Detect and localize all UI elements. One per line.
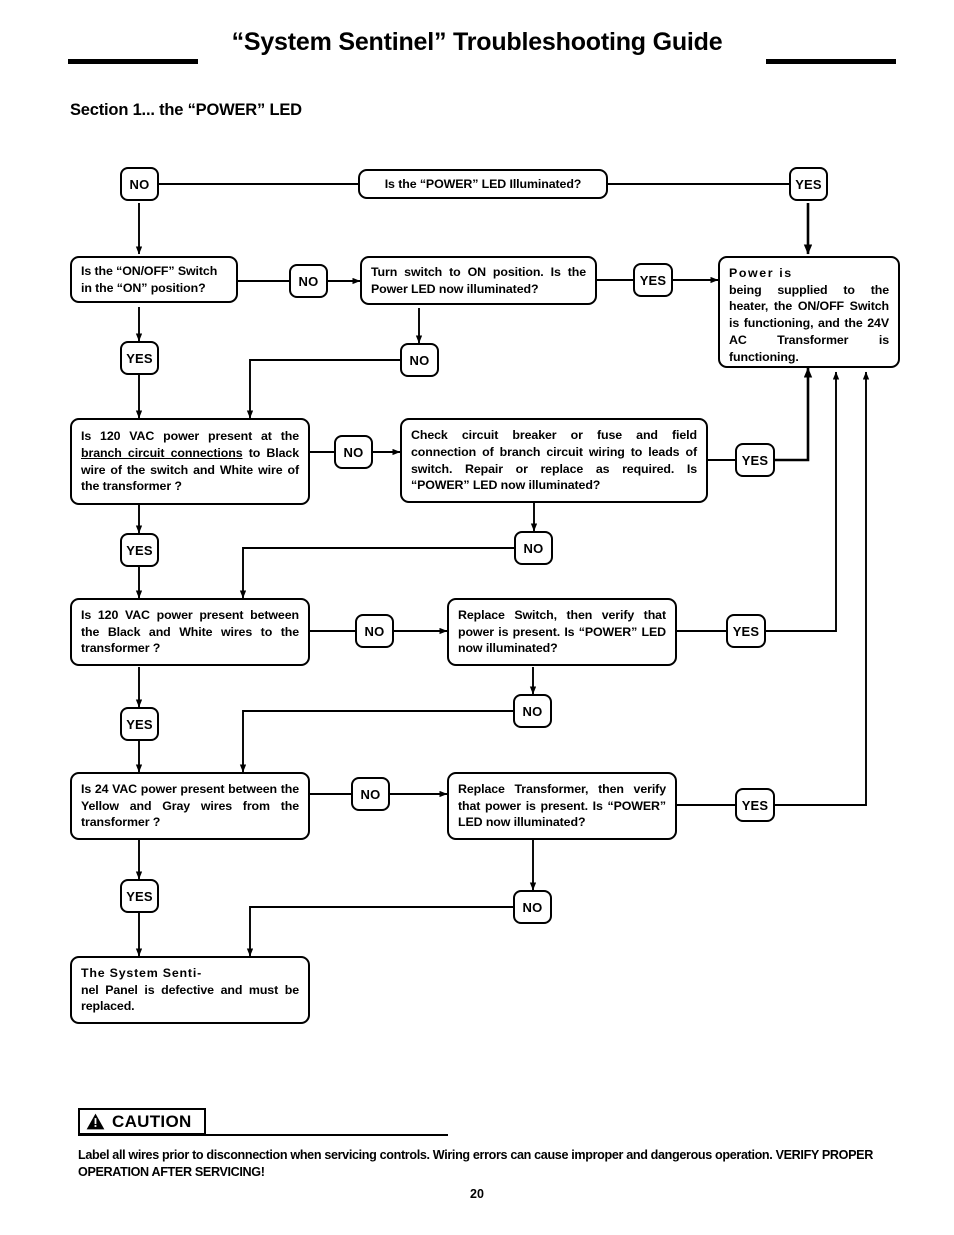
question-120vac-branch-circuit-text: Is 120 VAC power present at the branch c…: [72, 428, 308, 495]
action-check-circuit-breaker-text: Check circuit breaker or fuse and field …: [411, 428, 697, 493]
branch-label-yes-120vac-black-white[interactable]: YES: [120, 707, 159, 741]
branch-label-no-replace-transformer[interactable]: NO: [513, 890, 552, 924]
action-replace-switch-text: Replace Switch, then verify that power i…: [458, 607, 666, 656]
question-24vac-yellow-gray-wires[interactable]: Is 24 VAC power present between the Yell…: [70, 772, 310, 840]
branch-label-no-power-led[interactable]: NO: [120, 167, 159, 201]
caution-badge: CAUTION: [78, 1108, 206, 1135]
branch-label-yes-onoff-switch[interactable]: YES: [120, 341, 159, 375]
branch-label-yes-120vac-branch[interactable]: YES: [120, 533, 159, 567]
caution-rule: [78, 1134, 448, 1136]
branch-label-yes-replace-switch[interactable]: YES: [726, 614, 766, 648]
question-120vac-branch-circuit-pre: Is 120 VAC power present at the: [81, 429, 299, 444]
caution-body-text: Label all wires prior to disconnection w…: [78, 1148, 873, 1179]
action-replace-transformer[interactable]: Replace Transformer, then verify that po…: [447, 772, 677, 840]
branch-label-no-replace-switch[interactable]: NO: [513, 694, 552, 728]
result-panel-defective[interactable]: The System Senti- nel Panel is defective…: [70, 956, 310, 1024]
branch-label-yes-power-led[interactable]: YES: [789, 167, 828, 201]
result-panel-defective-text: The System Senti- nel Panel is defective…: [72, 965, 308, 1015]
branch-label-yes-replace-transformer[interactable]: YES: [735, 788, 775, 822]
branch-label-yes-24vac[interactable]: YES: [120, 879, 159, 913]
action-turn-switch-on-text: Turn switch to ON position. Is the Power…: [371, 264, 586, 296]
question-120vac-black-white-wires[interactable]: Is 120 VAC power present between the Bla…: [70, 598, 310, 666]
action-replace-switch[interactable]: Replace Switch, then verify that power i…: [447, 598, 677, 666]
branch-label-no-turn-switch-on[interactable]: NO: [400, 343, 439, 377]
question-24vac-yellow-gray-wires-text: Is 24 VAC power present between the Yell…: [81, 781, 299, 830]
caution-label: CAUTION: [112, 1111, 192, 1131]
result-power-supplied-ok-text: Power is being supplied to the heater, t…: [720, 258, 898, 365]
action-turn-switch-on[interactable]: Turn switch to ON position. Is the Power…: [360, 256, 597, 305]
question-onoff-switch-position-text: Is the “ON/OFF” Switch in the “ON” posit…: [81, 263, 218, 295]
branch-label-no-24vac[interactable]: NO: [351, 777, 390, 811]
result-power-supplied-ok-body: being supplied to the heater, the ON/OFF…: [729, 282, 889, 364]
action-check-circuit-breaker[interactable]: Check circuit breaker or fuse and field …: [400, 418, 708, 503]
question-120vac-branch-circuit[interactable]: Is 120 VAC power present at the branch c…: [70, 418, 310, 505]
question-onoff-switch-position[interactable]: Is the “ON/OFF” Switch in the “ON” posit…: [70, 256, 238, 303]
branch-label-no-120vac-branch[interactable]: NO: [334, 435, 373, 469]
question-power-led-illuminated[interactable]: Is the “POWER” LED Illuminated?: [358, 169, 608, 199]
branch-label-no-120vac-black-white[interactable]: NO: [355, 614, 394, 648]
question-120vac-black-white-wires-text: Is 120 VAC power present between the Bla…: [81, 607, 299, 656]
result-panel-defective-body: nel Panel is defective and must be repla…: [81, 982, 299, 1014]
result-power-supplied-ok-head: Power is: [729, 266, 793, 280]
caution-block: CAUTION: [78, 1108, 898, 1136]
action-replace-transformer-text: Replace Transformer, then verify that po…: [458, 781, 666, 830]
page-number: 20: [470, 1187, 484, 1201]
branch-label-no-onoff-switch[interactable]: NO: [289, 264, 328, 298]
branch-label-yes-check-breaker[interactable]: YES: [735, 443, 775, 477]
troubleshooting-flowchart: NO Is the “POWER” LED Illuminated? YES I…: [0, 0, 954, 1235]
branch-label-yes-turn-switch-on[interactable]: YES: [633, 263, 673, 297]
question-power-led-illuminated-text: Is the “POWER” LED Illuminated?: [384, 176, 582, 191]
branch-label-no-check-breaker[interactable]: NO: [514, 531, 553, 565]
warning-triangle-icon: [86, 1113, 105, 1130]
result-power-supplied-ok[interactable]: Power is being supplied to the heater, t…: [718, 256, 900, 368]
question-120vac-branch-circuit-underlined: branch circuit connections: [81, 445, 243, 460]
result-panel-defective-head: The System Senti-: [81, 965, 203, 980]
